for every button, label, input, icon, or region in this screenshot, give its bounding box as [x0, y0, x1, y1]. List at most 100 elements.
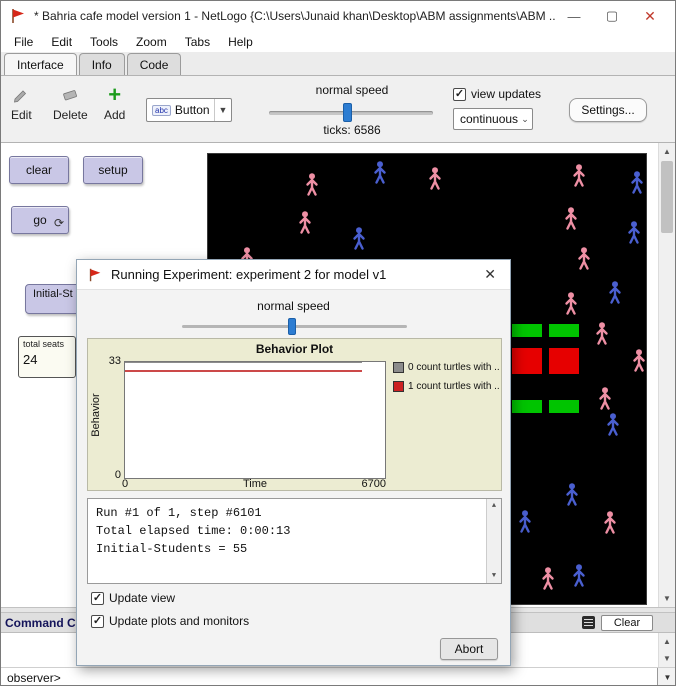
- legend-entry: 1 count turtles with ...: [393, 381, 499, 392]
- update-view-label: Update view: [109, 591, 175, 605]
- go-button[interactable]: go ⟳: [11, 206, 69, 234]
- edit-widget-button[interactable]: Edit: [11, 85, 32, 122]
- ticks-counter: ticks: 6586: [269, 123, 435, 137]
- plot-area: [124, 361, 386, 479]
- speed-slider-thumb[interactable]: [343, 103, 352, 122]
- scroll-up-icon[interactable]: ▲: [487, 499, 501, 513]
- tab-interface[interactable]: Interface: [4, 53, 77, 75]
- dialog-title: Running Experiment: experiment 2 for mod…: [111, 267, 480, 282]
- legend-label: 0 count turtles with ...: [408, 362, 499, 373]
- minimize-button[interactable]: —: [555, 9, 593, 24]
- menu-help[interactable]: Help: [219, 35, 262, 49]
- close-button[interactable]: ✕: [631, 8, 669, 25]
- scrollbar-thumb[interactable]: [661, 161, 673, 233]
- dialog-speed-label: normal speed: [77, 299, 510, 313]
- setup-button[interactable]: setup: [83, 156, 143, 184]
- y-tick-min: 0: [100, 469, 121, 481]
- scroll-down-icon[interactable]: ▼: [659, 650, 675, 667]
- menu-edit[interactable]: Edit: [42, 35, 81, 49]
- y-tick-max: 33: [100, 355, 121, 367]
- toolbar: Edit Delete + Add abc Button ▼ normal sp…: [1, 76, 676, 143]
- chevron-down-icon: ⌄: [518, 109, 532, 129]
- clear-button-label: clear: [26, 163, 52, 177]
- add-widget-button[interactable]: + Add: [104, 85, 125, 122]
- dialog-speed-slider[interactable]: [77, 315, 510, 337]
- edit-label: Edit: [11, 108, 32, 122]
- view-updates-label: view updates: [471, 87, 541, 101]
- dialog-slider-thumb[interactable]: [288, 318, 296, 335]
- netlogo-flag-icon: [87, 267, 103, 283]
- checkbox-icon[interactable]: ✓: [91, 615, 104, 628]
- scroll-up-icon[interactable]: ▲: [659, 143, 675, 160]
- dialog-titlebar[interactable]: Running Experiment: experiment 2 for mod…: [77, 260, 510, 290]
- x-tick-max: 6700: [346, 478, 386, 490]
- menu-file[interactable]: File: [5, 35, 42, 49]
- output-scrollbar[interactable]: ▲ ▼: [486, 499, 501, 583]
- main-vertical-scrollbar[interactable]: ▲ ▼: [658, 143, 675, 607]
- command-center-toggle-icon[interactable]: [582, 616, 595, 629]
- pencil-icon: [11, 85, 31, 105]
- legend-swatch-red: [393, 381, 404, 392]
- clear-button[interactable]: clear: [9, 156, 69, 184]
- widget-type-dropdown[interactable]: abc Button ▼: [146, 98, 232, 122]
- menu-tools[interactable]: Tools: [81, 35, 127, 49]
- add-label: Add: [104, 108, 125, 122]
- legend-label: 1 count turtles with ...: [408, 381, 499, 392]
- command-input-line[interactable]: observer> ▼: [1, 667, 676, 686]
- update-plots-checkbox[interactable]: ✓ Update plots and monitors: [91, 614, 249, 628]
- command-center-scrollbar[interactable]: ▲ ▼: [658, 633, 675, 667]
- experiment-dialog: Running Experiment: experiment 2 for mod…: [76, 259, 511, 666]
- plot-legend: 0 count turtles with ... 1 count turtles…: [393, 362, 499, 392]
- checkbox-icon[interactable]: ✓: [91, 592, 104, 605]
- total-seats-monitor: total seats 24: [18, 336, 76, 378]
- widget-type-value: Button: [175, 103, 210, 117]
- speed-slider-label: normal speed: [269, 83, 435, 97]
- legend-swatch-gray: [393, 362, 404, 373]
- update-plots-label: Update plots and monitors: [109, 614, 249, 628]
- go-button-label: go: [33, 213, 46, 227]
- chevron-down-icon: ▼: [214, 99, 231, 121]
- netlogo-flag-icon: [9, 7, 27, 25]
- plus-icon: +: [105, 85, 125, 105]
- settings-button[interactable]: Settings...: [569, 98, 647, 122]
- history-dropdown-icon[interactable]: ▼: [657, 668, 676, 686]
- dialog-close-button[interactable]: ✕: [480, 266, 500, 283]
- output-line: Initial-Students = 55: [96, 540, 481, 558]
- scroll-down-icon[interactable]: ▼: [659, 590, 675, 607]
- maximize-button[interactable]: ▢: [593, 8, 631, 24]
- checkbox-icon[interactable]: ✓: [453, 88, 466, 101]
- output-line: Run #1 of 1, step #6101: [96, 504, 481, 522]
- update-view-checkbox[interactable]: ✓ Update view: [91, 591, 175, 605]
- monitor-value: 24: [23, 352, 71, 367]
- view-updates-checkbox[interactable]: ✓ view updates: [453, 87, 541, 101]
- scroll-up-icon[interactable]: ▲: [659, 633, 675, 650]
- netlogo-window: * Bahria cafe model version 1 - NetLogo …: [0, 0, 676, 686]
- menu-tabs[interactable]: Tabs: [176, 35, 219, 49]
- menu-zoom[interactable]: Zoom: [127, 35, 176, 49]
- abort-button[interactable]: Abort: [440, 638, 498, 660]
- tab-info[interactable]: Info: [79, 53, 125, 75]
- observer-prompt: observer>: [7, 671, 61, 685]
- behavior-plot: Behavior Plot Behavior 33 0 0 Time 6700 …: [87, 338, 502, 491]
- legend-entry: 0 count turtles with ...: [393, 362, 499, 373]
- menubar: File Edit Tools Zoom Tabs Help: [1, 31, 676, 52]
- plot-title: Behavior Plot: [88, 342, 501, 356]
- output-line: Total elapsed time: 0:00:13: [96, 522, 481, 540]
- delete-widget-button[interactable]: Delete: [53, 85, 88, 122]
- abc-button-icon: abc: [152, 105, 171, 116]
- slider-label: Initial-St: [33, 288, 73, 300]
- plot-y-axis-label: Behavior: [90, 393, 102, 436]
- window-title: * Bahria cafe model version 1 - NetLogo …: [34, 9, 555, 23]
- titlebar[interactable]: * Bahria cafe model version 1 - NetLogo …: [1, 1, 676, 31]
- tabbar: Interface Info Code: [1, 52, 676, 76]
- setup-button-label: setup: [98, 163, 127, 177]
- monitor-label: total seats: [23, 339, 71, 349]
- command-center-clear-button[interactable]: Clear: [601, 615, 653, 631]
- delete-label: Delete: [53, 108, 88, 122]
- scroll-down-icon[interactable]: ▼: [487, 569, 501, 583]
- eraser-icon: [60, 85, 80, 105]
- tab-code[interactable]: Code: [127, 53, 182, 75]
- update-mode-dropdown[interactable]: continuous ⌄: [453, 108, 533, 130]
- experiment-output[interactable]: Run #1 of 1, step #6101 Total elapsed ti…: [87, 498, 502, 584]
- update-mode-value: continuous: [460, 112, 518, 126]
